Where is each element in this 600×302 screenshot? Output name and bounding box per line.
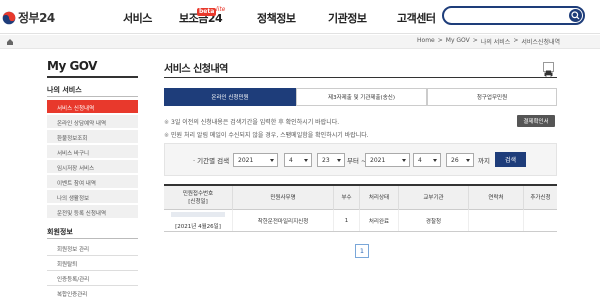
range-separator: 부터 ~ [347, 157, 367, 165]
site-logo[interactable]: 정부24 [2, 9, 55, 26]
to-month-select[interactable]: 4 [413, 153, 441, 167]
notice-line: ※ 민원 처리 알림 메일이 수신되지 않을 경우, 스팸메일함을 확인하시기 바… [164, 130, 369, 139]
breadcrumb-bar: Home > My GOV > 나의 서비스 > 서비스신청내역 [0, 35, 600, 49]
cell-status: 처리완료 [359, 210, 398, 231]
notice-text: 민원 처리 알림 메일이 수신되지 않을 경우, 스팸메일함을 확인하시기 바랍… [171, 132, 369, 139]
logo-text: 정부24 [18, 11, 55, 25]
tab-third-party-submission[interactable]: 제3자제출 및 기관제출(송신) [296, 88, 427, 106]
col-agency: 교부기관 [398, 186, 468, 210]
home-icon[interactable] [6, 38, 14, 46]
breadcrumb: Home > My GOV > 나의 서비스 > 서비스신청내역 [417, 37, 560, 46]
search-button[interactable] [569, 9, 582, 22]
notice-line: ※ 3일 이전의 신청내용은 검색기간을 입력한 후 확인하시기 바랍니다. [164, 117, 339, 126]
search-icon [571, 11, 580, 20]
sidebar-item-member-manage[interactable]: 회원정보 관리 [47, 241, 138, 255]
cell-receipt-date: [2021년 4월26일] [175, 223, 221, 230]
sidebar-item-temp-saved[interactable]: 임시저장 서비스 [47, 160, 138, 174]
notice-text: 3일 이전의 신청내용은 검색기간을 입력한 후 확인하시기 바랍니다. [171, 119, 340, 126]
notice-mark: ※ [164, 132, 170, 139]
sidebar-item-application-history[interactable]: 서비스 신청내역 [47, 100, 138, 114]
sidebar-item-life-info[interactable]: 나의 생활정보 [47, 190, 138, 204]
cell-service-name[interactable]: 착한운전마일리지신청 [232, 210, 333, 231]
col-receipt-number: 민원접수번호 [신청일] [182, 191, 214, 205]
breadcrumb-sep: > [513, 37, 519, 44]
breadcrumb-mygov[interactable]: My GOV [446, 37, 470, 46]
taegeuk-icon [2, 11, 16, 24]
sidebar-section-member-info: 회원정보 [47, 228, 73, 236]
col-contact: 연락처 [468, 186, 523, 210]
sidebar-title-divider [47, 76, 138, 78]
sidebar-section-divider [47, 96, 138, 97]
sidebar-item-consult-reservation[interactable]: 온라인 상담예약 내역 [47, 115, 138, 129]
title-divider [164, 77, 557, 78]
col-service-name: 민원사무명 [232, 186, 333, 210]
page-title: 서비스 신청내역 [164, 64, 228, 75]
breadcrumb-my-service[interactable]: 나의 서비스 [481, 37, 511, 46]
nav-support[interactable]: 고객센터 [397, 10, 436, 26]
sidebar-item-service-basket[interactable]: 서비스 바구니 [47, 145, 138, 159]
cell-agency: 경찰청 [398, 210, 468, 231]
to-year-select[interactable]: 2021 [365, 153, 410, 167]
col-copies: 부수 [333, 186, 359, 210]
table-row[interactable]: [2021년 4월26일] 착한운전마일리지신청 1 처리완료 경찰청 [164, 210, 557, 232]
tab-online-application[interactable]: 온라인 신청민원 [164, 88, 296, 106]
tab-claim-service[interactable]: 청구업무민원 [427, 88, 557, 106]
breadcrumb-current: 서비스신청내역 [521, 39, 560, 46]
sidebar-item-multi-auth[interactable]: 복합인증관리 [47, 286, 138, 300]
to-day-select[interactable]: 26 [446, 153, 474, 167]
sidebar-item-event-history[interactable]: 이벤트 참여 내역 [47, 175, 138, 189]
lite-label: lite [216, 6, 226, 13]
breadcrumb-home[interactable]: Home [417, 37, 435, 46]
sidebar-title: My GOV [47, 59, 97, 73]
search-input[interactable] [442, 6, 585, 25]
nav-services[interactable]: 서비스 [123, 10, 152, 26]
period-filter-label: · 기간별 검색 [193, 157, 230, 165]
sidebar-item-refund[interactable]: 환불정보조회 [47, 130, 138, 144]
period-search-button[interactable]: 검색 [495, 152, 526, 167]
beta-badge: beta [197, 8, 217, 16]
table-header: 민원접수번호 [신청일] 민원사무명 부수 처리상태 교부기관 연락처 추가신청 [164, 184, 557, 210]
pagination-page[interactable]: 1 [355, 244, 369, 258]
range-suffix: 까지 [478, 157, 490, 165]
cell-copies: 1 [333, 210, 359, 231]
from-day-select[interactable]: 23 [317, 153, 345, 167]
cell-receipt-number[interactable]: [2021년 4월26일] [164, 210, 232, 231]
from-year-select[interactable]: 2021 [233, 153, 278, 167]
notice-mark: ※ [164, 119, 170, 126]
cell-contact [468, 210, 523, 231]
print-button[interactable] [543, 62, 554, 78]
breadcrumb-sep: > [472, 37, 478, 44]
sidebar-section-my-service: 나의 서비스 [47, 86, 82, 94]
nav-agency[interactable]: 기관정보 [328, 10, 367, 26]
col-status: 처리상태 [359, 186, 398, 210]
top-header: 정부24 서비스 보조금24 beta lite 정책정보 기관정보 고객센터 [0, 0, 600, 34]
sidebar-item-driving-registration[interactable]: 운전및 등록 신청내역 [47, 205, 138, 219]
cell-extra[interactable] [523, 210, 557, 231]
payment-certificate-button[interactable]: 결제확인서 [517, 115, 555, 127]
sidebar-item-withdraw[interactable]: 회원탈퇴 [47, 256, 138, 270]
breadcrumb-sep: > [437, 37, 443, 44]
sidebar-section-divider [47, 238, 138, 239]
col-extra-application: 추가신청 [523, 186, 557, 210]
nav-policy[interactable]: 정책정보 [257, 10, 296, 26]
sidebar-item-cert-manage[interactable]: 인증등록/관리 [47, 271, 138, 285]
from-month-select[interactable]: 4 [284, 153, 312, 167]
redacted-receipt-number [171, 211, 225, 217]
